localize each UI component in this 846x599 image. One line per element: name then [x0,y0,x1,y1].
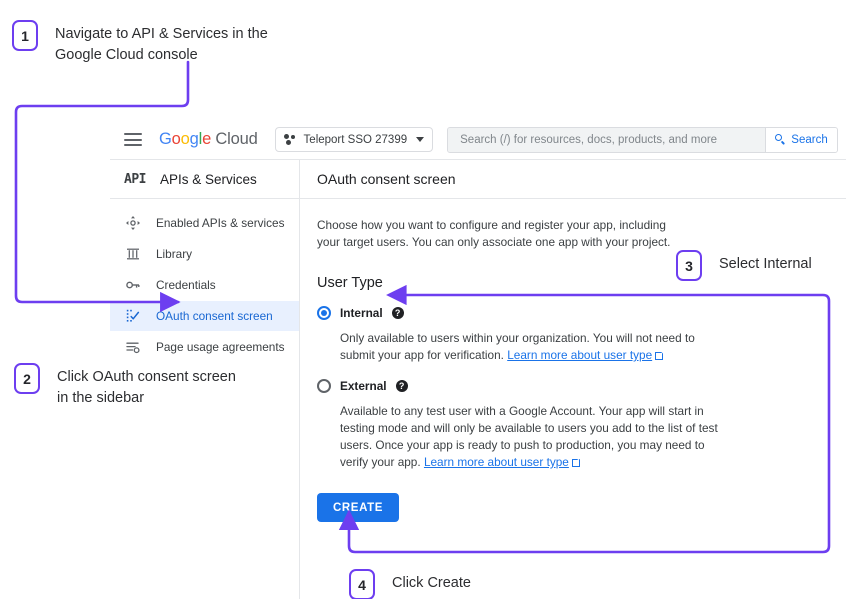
project-selector-label: Teleport SSO 27399 [304,134,408,146]
search-button-label: Search [791,134,827,146]
key-icon [124,276,142,294]
search-icon [775,134,786,145]
project-selector[interactable]: Teleport SSO 27399 [275,127,434,152]
product-header: API APIs & Services [110,160,300,198]
callout-step-4: 4 Click Create [349,569,471,599]
sidebar-item-label: OAuth consent screen [156,309,273,323]
hamburger-icon[interactable] [124,133,142,146]
external-link-icon [572,459,580,467]
page-header: OAuth consent screen [300,160,846,198]
sidebar-item-page-usage-agreements[interactable]: Page usage agreements [110,332,299,362]
radio-external-description: Available to any test user with a Google… [340,403,720,471]
product-title: APIs & Services [160,172,257,187]
console-subheader: API APIs & Services OAuth consent screen [110,160,846,198]
annotated-screenshot: Google Cloud Teleport SSO 27399 Search A… [0,0,846,599]
search-button[interactable]: Search [765,128,837,152]
callout-step-2: 2 Click OAuth consent screen in the side… [14,363,236,409]
callout-badge: 1 [12,20,38,51]
sidebar-item-enabled-apis[interactable]: Enabled APIs & services [110,208,299,238]
callout-text: Select Internal [719,250,812,275]
callout-badge: 2 [14,363,40,394]
radio-external-label: External [340,379,387,393]
callout-step-1: 1 Navigate to API & Services in the Goog… [12,20,268,66]
google-cloud-logo[interactable]: Google Cloud [159,130,258,149]
api-glyph-icon: API [124,172,146,187]
sidebar-item-label: Enabled APIs & services [156,216,285,230]
create-button[interactable]: CREATE [317,493,399,522]
external-link-icon [655,352,663,360]
internal-learn-more-link[interactable]: Learn more about user type [507,348,652,362]
callout-step-3: 3 Select Internal [676,250,812,281]
callout-text: Click OAuth consent screen in the sideba… [57,363,236,409]
radio-internal-indicator[interactable] [317,306,331,320]
sidebar-item-oauth-consent-screen[interactable]: OAuth consent screen [110,301,299,331]
radio-external-indicator[interactable] [317,379,331,393]
radio-option-external[interactable]: External ? [317,377,826,395]
radio-internal-label: Internal [340,306,383,320]
google-cloud-console: Google Cloud Teleport SSO 27399 Search A… [110,120,846,599]
oauth-consent-icon [124,307,142,325]
enabled-apis-icon [124,214,142,232]
help-icon[interactable]: ? [392,307,404,319]
search-input[interactable] [448,128,765,152]
callout-text: Navigate to API & Services in the Google… [55,20,268,66]
chevron-down-icon [416,137,424,142]
sidebar-item-credentials[interactable]: Credentials [110,270,299,300]
sidebar-item-library[interactable]: Library [110,239,299,269]
library-icon [124,245,142,263]
search-bar: Search [447,127,838,153]
callout-text: Click Create [392,569,471,594]
sidebar-item-label: Page usage agreements [156,340,285,354]
radio-internal-description: Only available to users within your orga… [340,330,720,364]
callout-badge: 3 [676,250,702,281]
radio-option-internal[interactable]: Internal ? [317,304,826,322]
sidebar-item-label: Library [156,247,192,261]
page-usage-icon [124,338,142,356]
project-dots-icon [284,134,297,145]
external-learn-more-link[interactable]: Learn more about user type [424,455,569,469]
page-title: OAuth consent screen [317,171,456,187]
callout-badge: 4 [349,569,375,599]
console-top-bar: Google Cloud Teleport SSO 27399 Search [110,120,846,159]
sidebar-item-label: Credentials [156,278,216,292]
help-icon[interactable]: ? [396,380,408,392]
intro-paragraph: Choose how you want to configure and reg… [317,217,689,251]
